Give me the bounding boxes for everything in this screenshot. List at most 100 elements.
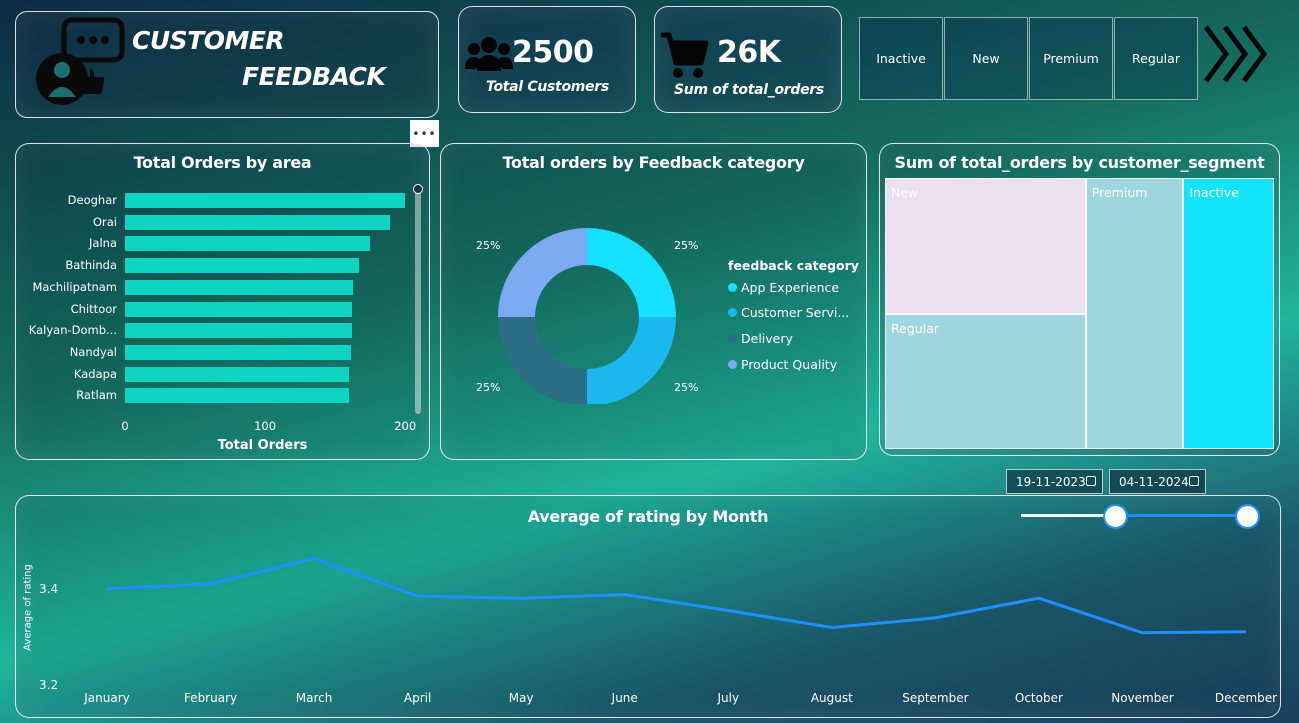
- donut-slice-delivery[interactable]: [498, 317, 587, 404]
- bar-machilipatnam[interactable]: [125, 279, 354, 295]
- legend-label: Delivery: [741, 331, 793, 346]
- area-chart-xlabel: Total Orders: [217, 438, 308, 453]
- kpi-total-orders-label: Sum of total_orders: [674, 82, 824, 98]
- bar-category-label: Bathinda: [65, 258, 117, 273]
- bar-orai[interactable]: [125, 214, 390, 230]
- bar-category-label: Jalna: [89, 236, 117, 251]
- bar-ratlam[interactable]: [125, 388, 350, 404]
- segment-button-inactive[interactable]: Inactive: [859, 17, 943, 100]
- segment-button-premium[interactable]: Premium: [1029, 17, 1113, 100]
- donut-label-customer-service: 25%: [674, 381, 699, 394]
- month-label: March: [295, 691, 333, 705]
- treemap-cell-label: Premium: [1091, 185, 1148, 200]
- feedback-donut-panel: Total orders by Feedback category 25% 25…: [440, 143, 867, 460]
- month-labels: January February March April May June July Augu…: [16, 496, 1282, 719]
- start-date-value: 19-11-2023: [1016, 474, 1086, 489]
- bar-kadapa[interactable]: [125, 366, 350, 382]
- segment-treemap-panel: Sum of total_orders by customer_segment …: [879, 143, 1280, 456]
- treemap-cell-label: New: [891, 185, 919, 200]
- x-tick-label: 200: [394, 419, 417, 433]
- bar-category-label: Machilipatnam: [32, 279, 117, 294]
- treemap-cell-label: Regular: [891, 320, 939, 336]
- chart-scrollbar[interactable]: [415, 188, 421, 414]
- treemap-cell-premium[interactable]: Premium: [1085, 178, 1184, 449]
- bar-category-label: Ratlam: [76, 388, 117, 403]
- legend-item-app-experience[interactable]: App Experience: [728, 280, 839, 295]
- donut-legend-title: feedback category: [728, 258, 859, 273]
- chevrons-right-icon[interactable]: [1203, 24, 1273, 84]
- kpi-total-customers-label: Total Customers: [486, 79, 609, 95]
- treemap-title: Sum of total_orders by customer_segment: [894, 153, 1265, 172]
- legend-dot: [728, 334, 737, 343]
- bar-category-label: Kalyan-Domb...: [28, 323, 117, 338]
- month-label: August: [810, 691, 853, 705]
- legend-dot: [728, 308, 737, 317]
- segment-button-regular[interactable]: Regular: [1114, 17, 1198, 100]
- donut-label-product-quality: 25%: [476, 239, 501, 252]
- segment-button-new[interactable]: New: [944, 17, 1028, 100]
- rating-line-panel: Average of rating by Month Average of ra…: [15, 495, 1281, 718]
- month-label: October: [1014, 691, 1063, 705]
- donut-slice-app-experience[interactable]: [587, 228, 676, 317]
- treemap-cell-regular[interactable]: Regular: [885, 313, 1086, 449]
- bar-category-label: Kadapa: [73, 366, 117, 381]
- month-label: January: [84, 691, 130, 705]
- x-tick-label: 100: [254, 419, 277, 433]
- customer-feedback-icon: [36, 17, 125, 105]
- calendar-icon[interactable]: [1086, 476, 1096, 486]
- donut-slice-customer-servi[interactable]: [587, 317, 676, 404]
- bar-category-label: Nandyal: [69, 344, 117, 359]
- end-date-value: 04-11-2024: [1119, 474, 1189, 489]
- users-icon: [465, 37, 513, 71]
- month-label: November: [1111, 691, 1174, 705]
- legend-label: Product Quality: [741, 357, 838, 372]
- bar-jalna[interactable]: [125, 236, 371, 252]
- kpi-total-customers: 2500 Total Customers: [458, 6, 636, 113]
- start-date-input[interactable]: 19-11-2023: [1006, 469, 1103, 494]
- header-title-line2: FEEDBACK: [242, 62, 386, 91]
- donut-slice-product-quality[interactable]: [498, 228, 587, 317]
- month-label: December: [1214, 691, 1278, 705]
- bar-chittoor[interactable]: [125, 301, 352, 317]
- area-bars: 0 100 200: [121, 144, 417, 444]
- donut-chart-title: Total orders by Feedback category: [502, 153, 805, 172]
- scrollbar-handle[interactable]: [413, 184, 423, 194]
- treemap-cell-new[interactable]: New: [885, 178, 1086, 314]
- kpi-total-orders: 26K Sum of total_orders: [654, 6, 842, 113]
- area-chart-panel: Total Orders by area Deoghar Orai Jalna Bat…: [15, 143, 430, 460]
- legend-label: Customer Servi...: [741, 305, 850, 320]
- shopping-cart-icon: [661, 32, 709, 78]
- month-label: April: [403, 691, 432, 705]
- treemap-area: New Regular Premium Inactive: [885, 178, 1274, 449]
- bar-bathinda[interactable]: [125, 258, 359, 274]
- kpi-total-orders-value: 26K: [717, 35, 781, 70]
- bar-nandyal[interactable]: [125, 344, 351, 360]
- bar-deoghar[interactable]: [125, 193, 406, 208]
- end-date-input[interactable]: 04-11-2024: [1109, 469, 1206, 494]
- legend-dot: [728, 283, 737, 292]
- month-label: July: [717, 691, 740, 705]
- legend-item-customer-service[interactable]: Customer Servi...: [728, 305, 849, 320]
- x-tick-label: 0: [121, 419, 129, 433]
- month-label: September: [902, 691, 969, 705]
- legend-label: App Experience: [741, 280, 840, 295]
- dashboard-header: CUSTOMER FEEDBACK: [15, 11, 439, 118]
- legend-item-product-quality[interactable]: Product Quality: [728, 357, 837, 372]
- area-category-labels: Deoghar Orai Jalna Bathinda Machilipatnam Chi…: [16, 144, 117, 444]
- bar-kalyan-domb[interactable]: [125, 323, 352, 339]
- kpi-total-customers-value: 2500: [512, 35, 594, 70]
- month-label: June: [611, 691, 638, 705]
- bar-category-label: Deoghar: [67, 193, 117, 207]
- bar-category-label: Orai: [92, 214, 117, 229]
- calendar-icon[interactable]: [1189, 476, 1199, 486]
- donut-label-app-experience: 25%: [674, 239, 699, 252]
- month-label: May: [508, 691, 534, 705]
- treemap-cell-inactive[interactable]: Inactive: [1183, 178, 1274, 449]
- legend-item-delivery[interactable]: Delivery: [728, 331, 793, 346]
- legend-dot: [728, 360, 737, 369]
- month-label: February: [183, 691, 238, 705]
- treemap-cell-label: Inactive: [1189, 185, 1239, 200]
- header-title-line1: CUSTOMER: [132, 26, 285, 55]
- donut-label-delivery: 25%: [476, 381, 501, 394]
- bar-category-label: Chittoor: [70, 301, 117, 316]
